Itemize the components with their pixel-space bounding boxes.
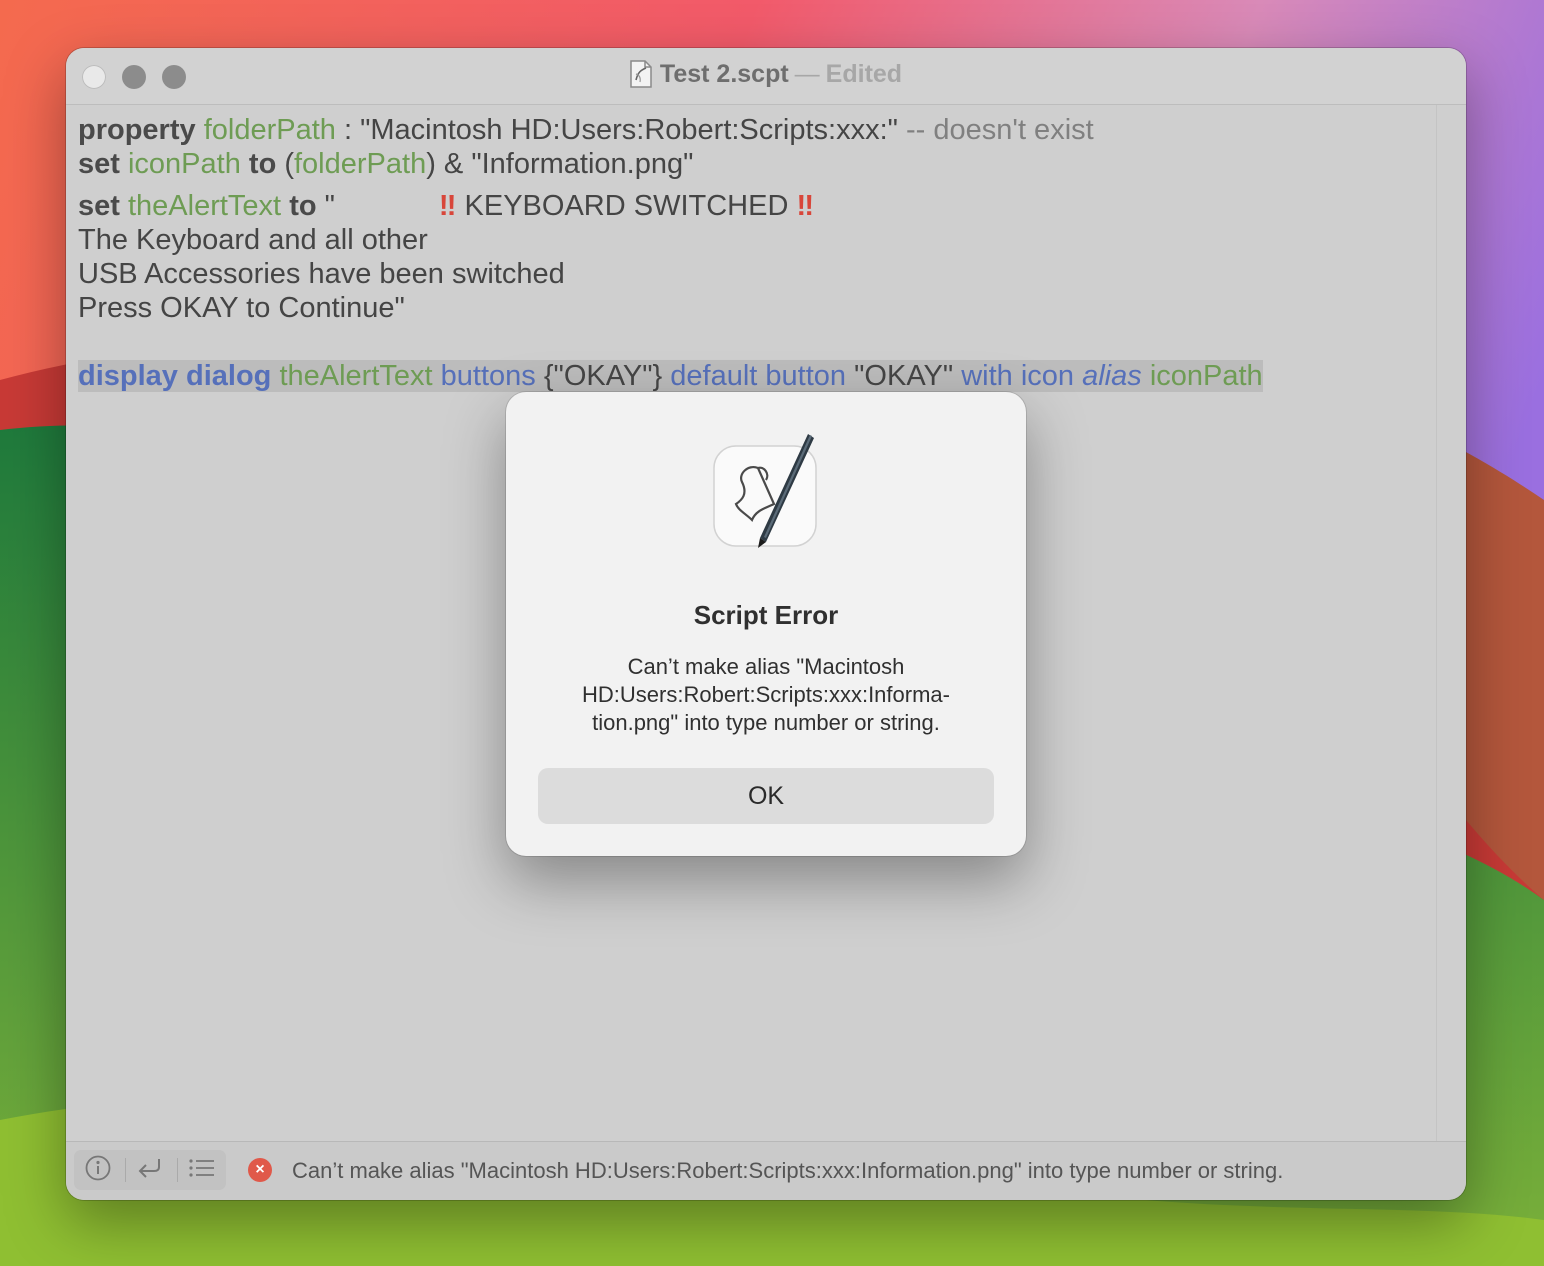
list-icon: [188, 1157, 216, 1184]
script-error-dialog: Script Error Can’t make alias "Macintosh…: [506, 392, 1026, 856]
code-text: "OKAY": [846, 360, 962, 392]
dialog-message-line: HD:Users:Robert:Scripts:xxx:Informa-: [582, 682, 950, 707]
code-line-3: set theAlertText to " ‼ KEYBOARD SWITCHED…: [78, 189, 1424, 223]
code-line-8: display dialog theAlertText buttons {"OK…: [78, 359, 1424, 393]
code-line-1: property folderPath : "Macintosh HD:User…: [78, 113, 1424, 147]
title-separator: —: [794, 60, 820, 88]
class-name: alias: [1082, 360, 1142, 392]
variable: folderPath: [203, 114, 336, 146]
string-literal: "Macintosh HD:Users:Robert:Scripts:xxx:": [360, 114, 898, 146]
variable: theAlertText: [279, 360, 433, 392]
log-button[interactable]: [182, 1154, 222, 1186]
alert-heading-text: KEYBOARD SWITCHED: [456, 190, 797, 222]
return-arrow-icon: [136, 1156, 164, 1185]
info-icon: [84, 1154, 112, 1187]
double-exclamation-icon: ‼: [438, 190, 457, 222]
double-exclamation-icon: ‼: [796, 190, 814, 222]
document-name: Test 2.scpt: [659, 60, 789, 88]
dialog-message: Can’t make alias "Macintosh HD:Users:Rob…: [536, 653, 996, 737]
edited-label: Edited: [825, 60, 903, 88]
keyword: to: [289, 190, 317, 222]
code-line-2: set iconPath to (folderPath) & "Informat…: [78, 147, 1424, 181]
parameter: with icon: [961, 360, 1075, 392]
comment: -- doesn't exist: [897, 114, 1094, 146]
script-editor-app-icon: [712, 434, 818, 548]
code-text: (: [276, 148, 294, 180]
dialog-title: Script Error: [693, 600, 839, 630]
ok-button[interactable]: OK: [538, 768, 994, 824]
code-line-7-empty: [78, 325, 1424, 359]
code-text: ": [316, 190, 335, 222]
vertical-scrollbar[interactable]: [1436, 105, 1466, 1142]
keyword: set: [78, 190, 120, 222]
keyword: property: [78, 114, 196, 146]
code-line-6: Press OKAY to Continue": [78, 292, 405, 324]
status-bar: × Can’t make alias "Macintosh HD:Users:R…: [66, 1141, 1466, 1200]
parameter: default button: [670, 360, 847, 392]
error-highlight: display dialog theAlertText buttons {"OK…: [78, 360, 1263, 392]
code-line-4: The Keyboard and all other: [78, 224, 428, 256]
keyword: set: [78, 148, 120, 180]
variable: iconPath: [127, 148, 241, 180]
dialog-message-line: Can’t make alias "Macintosh: [627, 654, 905, 679]
titlebar[interactable]: Test 2.scpt — Edited: [66, 48, 1466, 105]
variable: iconPath: [1149, 360, 1263, 392]
divider: [125, 1158, 126, 1182]
code-text: :: [335, 114, 361, 146]
status-message: Can’t make alias "Macintosh HD:Users:Rob…: [292, 1158, 1284, 1183]
window-title: Test 2.scpt — Edited: [66, 60, 1466, 95]
view-toggle-group: [74, 1150, 226, 1190]
variable: folderPath: [294, 148, 427, 180]
dialog-message-line: tion.png" into type number or string.: [592, 710, 940, 735]
code-line-5: USB Accessories have been switched: [78, 258, 565, 290]
parameter: buttons: [440, 360, 536, 392]
code-text: ) & "Information.png": [426, 148, 694, 180]
variable: theAlertText: [127, 190, 282, 222]
return-value-button[interactable]: [130, 1154, 170, 1186]
info-button[interactable]: [78, 1154, 118, 1186]
command: display dialog: [78, 360, 272, 392]
script-editor-doc-icon: [630, 60, 652, 95]
code-text: {"OKAY"}: [535, 360, 671, 392]
keyword: to: [248, 148, 277, 180]
error-icon: ×: [248, 1158, 272, 1182]
divider: [177, 1158, 178, 1182]
